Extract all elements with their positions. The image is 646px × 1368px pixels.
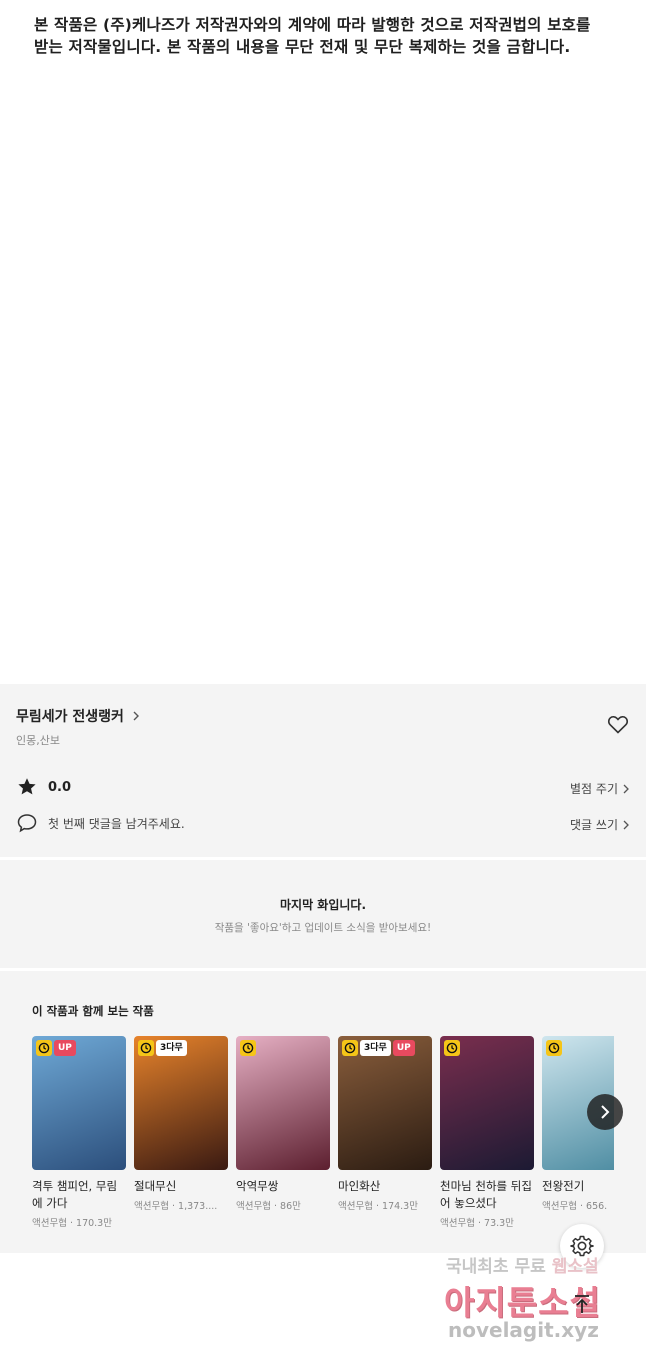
scroll-top-button[interactable]: [562, 1284, 602, 1324]
clock-icon: [546, 1040, 562, 1056]
card-meta: 액션무협 · 174.3만: [338, 1201, 418, 1212]
recommendations-panel: 이 작품과 함께 보는 작품 UP 격투 챔피언, 무림에 가다액션무협 · 17…: [0, 971, 646, 1253]
work-title: 무림세가 전생랭커: [16, 709, 124, 725]
clock-icon: [138, 1040, 154, 1056]
work-title-link[interactable]: 무림세가 전생랭커: [16, 706, 142, 726]
card-meta: 액션무협 · 86만: [236, 1201, 301, 1212]
watermark-line-1-highlight: 웹소설: [551, 1257, 599, 1277]
clock-icon: [444, 1040, 460, 1056]
work-info-panel: 무림세가 전생랭커 인몽,산보 0.0 별점 주기 첫 번째 댓글을 남겨주세요…: [0, 684, 646, 857]
speech-bubble-icon: [17, 814, 37, 833]
cover-thumbnail[interactable]: [440, 1036, 534, 1170]
copyright-line-1: 본 작품은 (주)케나즈가 저작권자와의 계약에 따라 발행한 것으로 저작권법…: [34, 16, 591, 34]
arrow-up-icon: [575, 1295, 589, 1313]
write-comment-label: 댓글 쓰기: [570, 818, 618, 832]
free-badge: 3다무: [156, 1040, 187, 1056]
cover-thumbnail[interactable]: [236, 1036, 330, 1170]
card-meta: 액션무협 · 73.3만: [440, 1218, 514, 1229]
badge-group: [444, 1040, 460, 1056]
badge-group: 3다무 UP: [342, 1040, 415, 1056]
watermark-line-1-text: 국내최초 무료: [446, 1257, 546, 1277]
card-meta: 액션무협 · 1,373....: [134, 1201, 218, 1212]
cover-thumbnail[interactable]: 3다무: [134, 1036, 228, 1170]
badge-group: [240, 1040, 256, 1056]
chevron-right-icon: [601, 1105, 610, 1119]
up-badge: UP: [54, 1040, 76, 1056]
card-title: 악역무쌍: [236, 1179, 279, 1193]
card-title: 전왕전기: [542, 1179, 585, 1193]
clock-icon: [240, 1040, 256, 1056]
carousel-next-button[interactable]: [587, 1094, 623, 1130]
card-meta: 액션무협 · 170.3만: [32, 1218, 112, 1229]
card-title: 격투 챔피언, 무림에 가다: [32, 1179, 118, 1210]
copyright-line-2: 받는 저작물입니다. 본 작품의 내용을 무단 전재 및 무단 복제하는 것을 …: [34, 38, 571, 56]
badge-group: [546, 1040, 562, 1056]
chevron-right-icon: [133, 711, 139, 721]
card-title: 마인화산: [338, 1179, 381, 1193]
comment-row[interactable]: 첫 번째 댓글을 남겨주세요.: [16, 812, 185, 834]
cover-thumbnail[interactable]: UP: [32, 1036, 126, 1170]
recommendations-title: 이 작품과 함께 보는 작품: [32, 1004, 154, 1018]
recommendation-card[interactable]: 3다무 UP 마인화산액션무협 · 174.3만: [338, 1036, 432, 1212]
chevron-right-icon: [623, 784, 629, 793]
clock-icon: [36, 1040, 52, 1056]
rating-value: 0.0: [48, 779, 72, 795]
rate-button[interactable]: 별점 주기: [570, 780, 630, 797]
recommendation-card[interactable]: 천마님 천하를 뒤집어 놓으셨다액션무협 · 73.3만: [440, 1036, 534, 1229]
badge-group: UP: [36, 1040, 76, 1056]
rating-row: 0.0: [16, 776, 71, 798]
last-episode-panel: 마지막 화입니다. 작품을 '좋아요'하고 업데이트 소식을 받아보세요!: [0, 860, 646, 968]
comment-prompt: 첫 번째 댓글을 남겨주세요.: [48, 816, 185, 831]
badge-group: 3다무: [138, 1040, 187, 1056]
star-icon: [18, 778, 36, 795]
work-authors: 인몽,산보: [16, 734, 60, 747]
last-episode-subtitle: 작품을 '좋아요'하고 업데이트 소식을 받아보세요!: [214, 922, 432, 934]
copyright-notice: 본 작품은 (주)케나즈가 저작권자와의 계약에 따라 발행한 것으로 저작권법…: [34, 14, 614, 58]
rate-label: 별점 주기: [570, 782, 618, 796]
chevron-right-icon: [623, 820, 629, 829]
recommendation-card[interactable]: UP 격투 챔피언, 무림에 가다액션무협 · 170.3만: [32, 1036, 126, 1229]
write-comment-button[interactable]: 댓글 쓰기: [570, 816, 630, 833]
card-title: 천마님 천하를 뒤집어 놓으셨다: [440, 1179, 532, 1210]
clock-icon: [342, 1040, 358, 1056]
card-meta: 액션무협 · 656.: [542, 1201, 608, 1212]
recommendation-card[interactable]: 3다무절대무신액션무협 · 1,373....: [134, 1036, 228, 1212]
watermark-line-1: 국내최초 무료 웹소설: [446, 1252, 599, 1277]
recommendation-carousel: UP 격투 챔피언, 무림에 가다액션무협 · 170.3만 3다무절대무신액션무협…: [32, 1036, 614, 1246]
heart-icon[interactable]: [606, 712, 630, 736]
watermark: 국내최초 무료 웹소설 아지툰소설 novelagit.xyz: [440, 1252, 640, 1362]
up-badge: UP: [392, 1040, 415, 1056]
cover-thumbnail[interactable]: 3다무 UP: [338, 1036, 432, 1170]
last-episode-title: 마지막 화입니다.: [279, 898, 367, 912]
card-title: 절대무신: [134, 1179, 177, 1193]
recommendation-card[interactable]: 악역무쌍액션무협 · 86만: [236, 1036, 330, 1212]
free-badge: 3다무: [360, 1040, 391, 1056]
